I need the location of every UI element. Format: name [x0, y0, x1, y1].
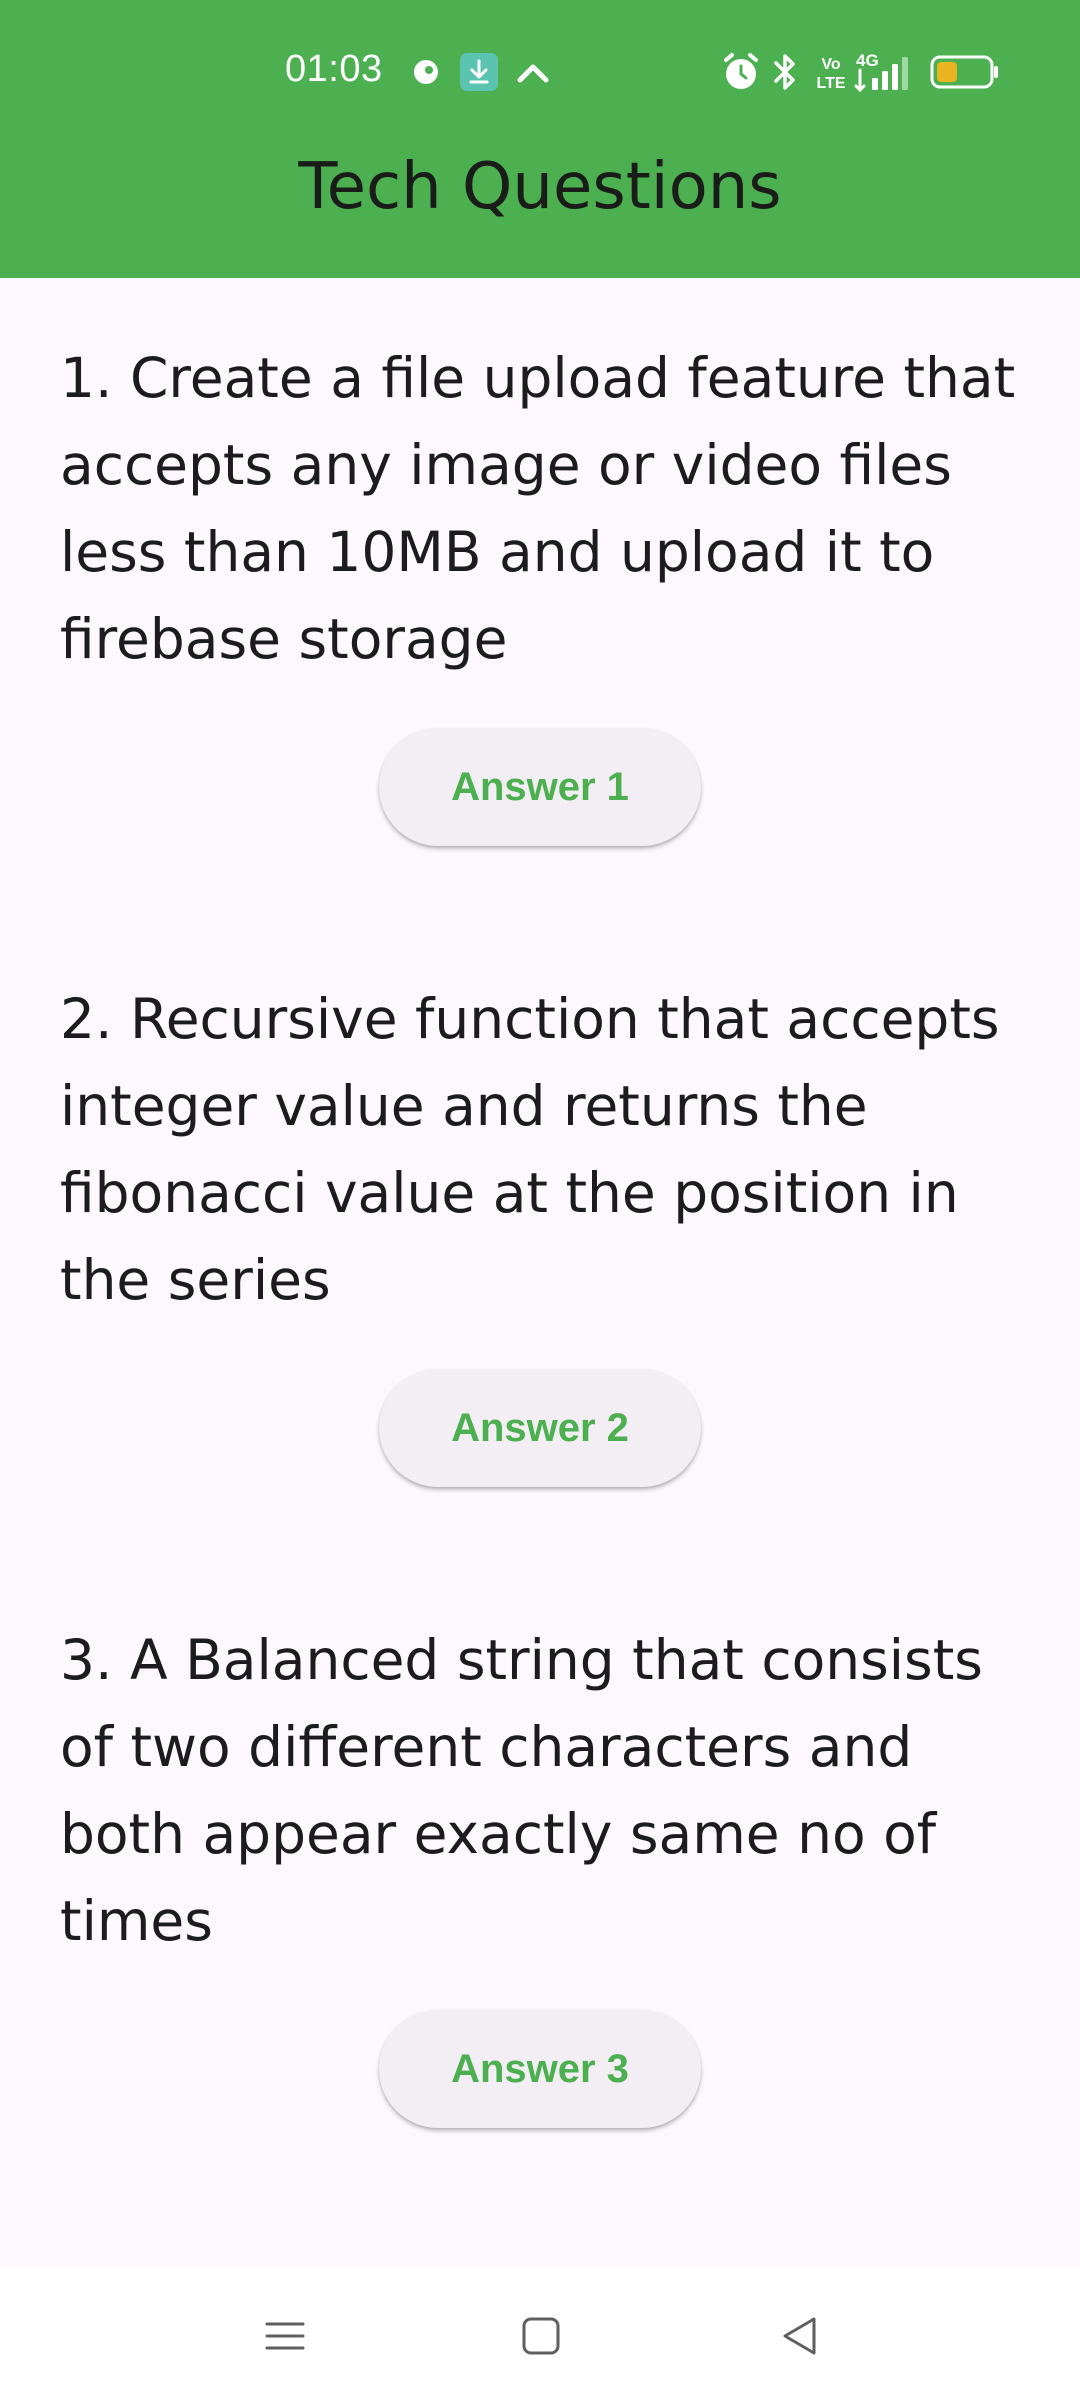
page-title: Tech Questions [298, 150, 782, 224]
volte-icon: Vo LTE [816, 56, 845, 92]
system-navigation-bar [0, 2268, 1080, 2400]
chevron-up-icon [517, 64, 549, 83]
status-bar: 01:03 Vo LTE 4G [0, 0, 1080, 144]
network-type-text: 4G [856, 51, 879, 70]
download-icon [460, 53, 498, 91]
notification-dot-icon [414, 60, 438, 84]
question-text-3: 3. A Balanced string that consists of tw… [60, 1628, 983, 1953]
menu-icon [265, 2322, 305, 2350]
alarm-icon [724, 53, 758, 89]
home-square-icon [522, 2317, 560, 2355]
back-triangle-icon [783, 2317, 816, 2355]
top-header: 01:03 Vo LTE 4G Tech Questions [0, 0, 1080, 278]
question-text-1: 1. Create a file upload feature that acc… [60, 346, 1016, 671]
answer-3-button[interactable]: Answer 3 [379, 2010, 701, 2128]
back-nav-button[interactable] [760, 2296, 840, 2376]
question-text-2: 2. Recursive function that accepts integ… [60, 987, 1000, 1312]
volte-text-bottom: LTE [816, 75, 845, 92]
signal-4g-icon: 4G [854, 51, 908, 92]
questions-list: 1. Create a file upload feature that acc… [0, 278, 1080, 2268]
status-time: 01:03 [285, 48, 383, 90]
home-nav-button[interactable] [501, 2296, 581, 2376]
battery-icon [930, 55, 998, 89]
answer-1-button[interactable]: Answer 1 [379, 728, 701, 846]
menu-nav-button[interactable] [245, 2296, 325, 2376]
answer-2-button[interactable]: Answer 2 [379, 1369, 701, 1487]
bluetooth-icon [774, 54, 795, 90]
volte-text-top: Vo [821, 56, 840, 73]
